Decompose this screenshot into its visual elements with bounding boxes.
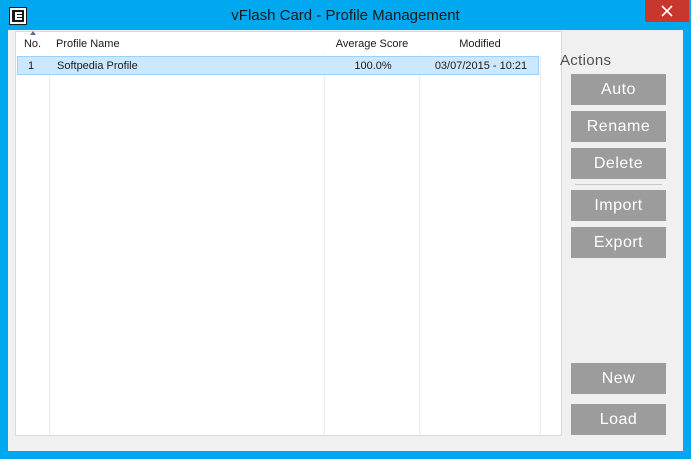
new-button[interactable]: New xyxy=(571,363,666,394)
column-header-modified[interactable]: Modified xyxy=(420,32,540,55)
cell-no: 1 xyxy=(27,60,35,72)
column-header-profile-name[interactable]: Profile Name xyxy=(56,32,324,55)
load-button[interactable]: Load xyxy=(571,404,666,435)
table-row[interactable]: 1 Softpedia Profile 100.0% 03/07/2015 - … xyxy=(17,56,539,75)
import-button[interactable]: Import xyxy=(571,190,666,221)
column-header-no[interactable]: No. xyxy=(16,31,49,55)
close-icon xyxy=(661,5,673,17)
export-button[interactable]: Export xyxy=(571,227,666,258)
sort-ascending-icon xyxy=(30,31,36,35)
cell-profile-name: Softpedia Profile xyxy=(57,60,138,72)
column-divider xyxy=(419,32,420,435)
profile-list[interactable]: No. Profile Name Average Score Modified … xyxy=(15,31,562,436)
column-header-average-score[interactable]: Average Score xyxy=(325,32,419,55)
cell-average-score: 100.0% xyxy=(354,60,392,72)
actions-label: Actions xyxy=(560,52,612,69)
column-header-no-label: No. xyxy=(23,38,42,50)
rename-button[interactable]: Rename xyxy=(571,111,666,142)
list-header: No. Profile Name Average Score Modified xyxy=(16,31,561,55)
window-title: vFlash Card - Profile Management xyxy=(231,7,460,24)
auto-button[interactable]: Auto xyxy=(571,74,666,105)
close-button[interactable] xyxy=(645,0,689,22)
column-divider xyxy=(324,32,325,435)
actions-separator xyxy=(575,184,662,185)
column-divider xyxy=(49,32,50,435)
cell-modified: 03/07/2015 - 10:21 xyxy=(434,60,528,72)
column-divider xyxy=(540,32,541,435)
delete-button[interactable]: Delete xyxy=(571,148,666,179)
title-bar[interactable]: vFlash Card - Profile Management xyxy=(0,0,691,30)
app-window: vFlash Card - Profile Management No. Pro… xyxy=(0,0,691,459)
client-area: No. Profile Name Average Score Modified … xyxy=(8,30,683,451)
